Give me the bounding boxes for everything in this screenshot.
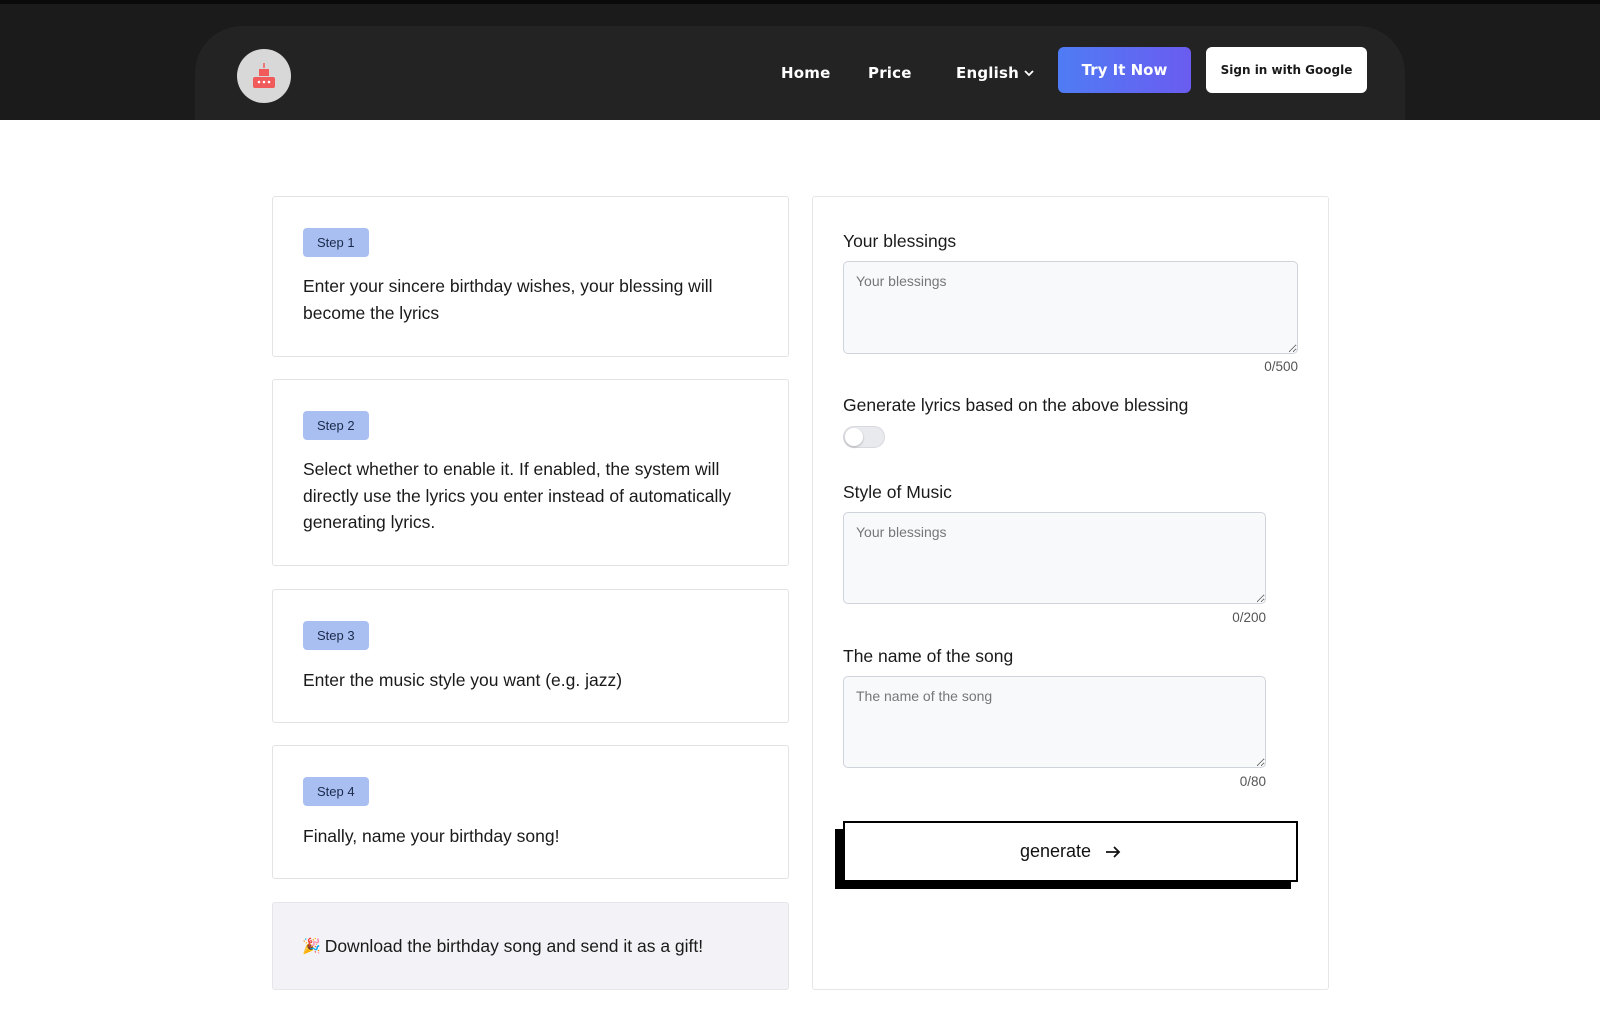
- style-textarea[interactable]: [843, 512, 1266, 604]
- language-selector[interactable]: English: [956, 64, 1035, 82]
- blessings-counter: 0/500: [1264, 359, 1298, 374]
- step-badge: Step 2: [303, 411, 369, 440]
- style-counter: 0/200: [1232, 610, 1266, 625]
- generate-button-label: generate: [1019, 841, 1092, 861]
- song-name-textarea[interactable]: [843, 676, 1266, 768]
- try-it-now-button[interactable]: Try It Now: [1058, 47, 1191, 93]
- nav-home-link[interactable]: Home: [781, 64, 830, 82]
- step-description: Enter your sincere birthday wishes, your…: [303, 276, 713, 323]
- party-popper-icon: 🎉: [302, 938, 321, 955]
- step-card-2: Step 2 Select whether to enable it. If e…: [272, 379, 789, 566]
- style-label: Style of Music: [843, 482, 952, 502]
- logo[interactable]: [237, 49, 291, 103]
- chevron-down-icon: [1024, 70, 1034, 77]
- arrow-right-icon: [1106, 845, 1121, 858]
- sign-in-google-button[interactable]: Sign in with Google: [1206, 47, 1367, 93]
- step-card-4: Step 4 Finally, name your birthday song!: [272, 745, 789, 879]
- generate-lyrics-toggle[interactable]: [843, 426, 885, 448]
- generate-button[interactable]: generate: [843, 821, 1298, 882]
- gift-note: 🎉 Download the birthday song and send it…: [272, 902, 789, 990]
- step-description: Enter the music style you want (e.g. jaz…: [303, 670, 623, 690]
- step-badge: Step 1: [303, 228, 369, 257]
- blessings-textarea[interactable]: [843, 261, 1298, 354]
- blessings-label: Your blessings: [843, 231, 957, 251]
- step-badge: Step 3: [303, 621, 369, 650]
- step-badge: Step 4: [303, 777, 369, 806]
- step-description: Select whether to enable it. If enabled,…: [303, 459, 731, 532]
- gift-text: Download the birthday song and send it a…: [324, 935, 704, 956]
- step-card-1: Step 1 Enter your sincere birthday wishe…: [272, 196, 789, 357]
- language-label: English: [956, 64, 1019, 82]
- birthday-cake-icon: [253, 63, 275, 88]
- step-description: Finally, name your birthday song!: [303, 826, 560, 846]
- nav-price-link[interactable]: Price: [868, 64, 912, 82]
- toggle-knob: [845, 428, 863, 446]
- song-name-counter: 0/80: [1239, 774, 1266, 789]
- step-card-3: Step 3 Enter the music style you want (e…: [272, 589, 789, 723]
- generate-lyrics-label: Generate lyrics based on the above bless…: [843, 395, 1189, 415]
- song-name-label: The name of the song: [843, 646, 1014, 666]
